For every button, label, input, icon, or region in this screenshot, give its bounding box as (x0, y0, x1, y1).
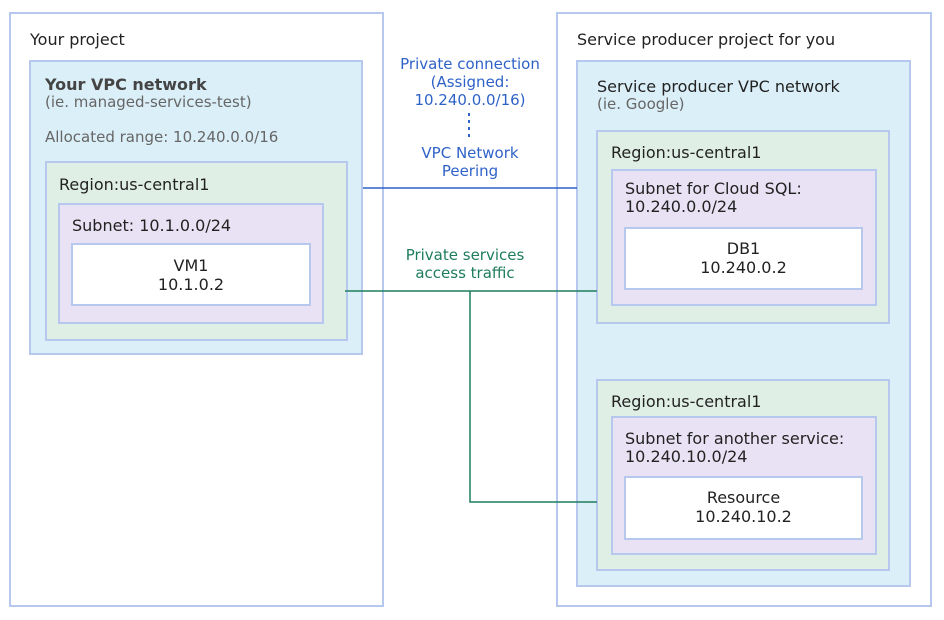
private-connection-range: 10.240.0.0/16) (414, 91, 526, 109)
vpc-network-peering-label: VPC Network (421, 144, 519, 162)
private-connection-label: Private connection (400, 55, 540, 73)
private-services-traffic-label: Private services (405, 246, 525, 264)
traffic-line-branch (469, 291, 597, 503)
vpc-network-peering-label-line2: Peering (441, 162, 499, 180)
private-services-traffic-label-line2: access traffic (415, 264, 515, 282)
private-connection-assigned: (Assigned: (430, 73, 510, 91)
